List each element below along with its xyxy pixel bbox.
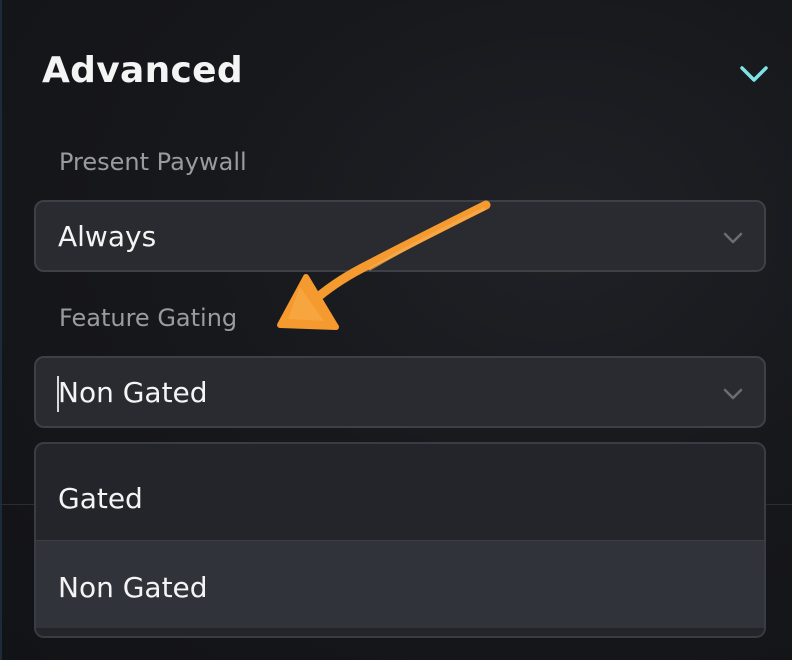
feature-gating-value: Non Gated <box>58 376 208 409</box>
collapse-toggle-button[interactable] <box>738 62 770 86</box>
dropdown-menu-footer <box>36 628 764 636</box>
dropdown-option-gated[interactable]: Gated <box>36 452 764 540</box>
section-title: Advanced <box>42 50 243 91</box>
chevron-down-icon <box>722 228 744 248</box>
feature-gating-select[interactable]: Non Gated <box>34 356 766 428</box>
advanced-settings-panel: Advanced Present Paywall Always Feature … <box>0 0 792 660</box>
dropdown-option-non-gated[interactable]: Non Gated <box>36 540 764 628</box>
present-paywall-label: Present Paywall <box>59 148 247 176</box>
section-header[interactable]: Advanced <box>42 50 772 100</box>
present-paywall-value: Always <box>58 220 157 253</box>
dropdown-option-label: Non Gated <box>58 571 208 604</box>
feature-gating-label: Feature Gating <box>59 304 238 332</box>
feature-gating-dropdown-menu: Gated Non Gated <box>34 442 766 638</box>
panel-left-edge <box>0 0 2 660</box>
chevron-down-icon <box>740 66 768 82</box>
chevron-down-icon <box>722 384 744 404</box>
dropdown-option-label: Gated <box>58 482 143 515</box>
arrow-annotation-icon <box>277 200 491 330</box>
